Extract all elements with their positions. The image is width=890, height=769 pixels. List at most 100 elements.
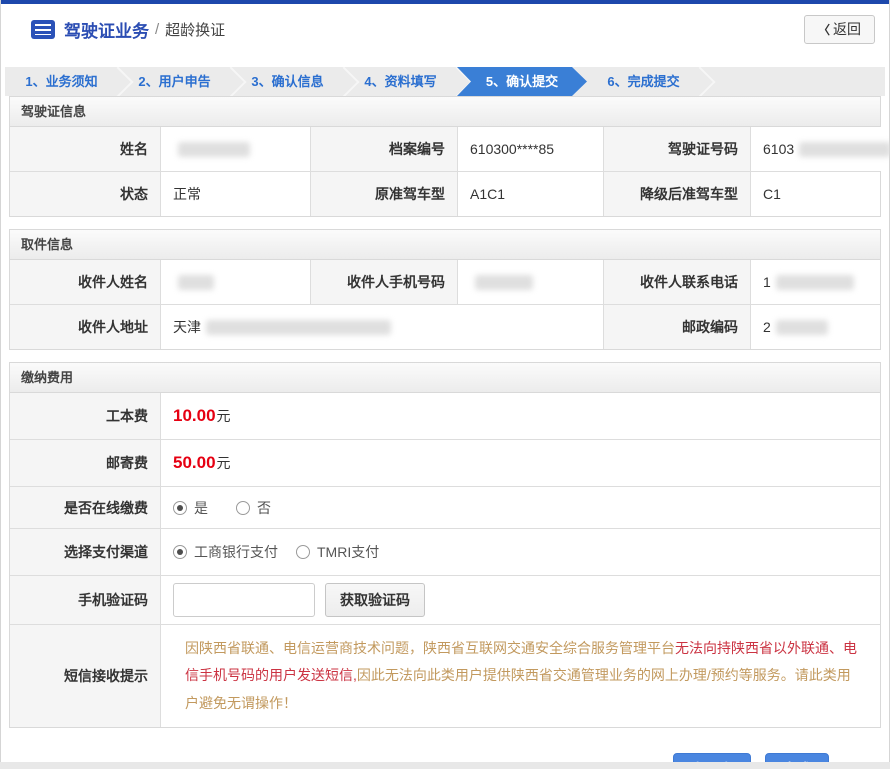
recipient-mobile-label: 收件人手机号码 [310, 260, 457, 304]
online-pay-yes-label: 是 [194, 499, 208, 516]
downgraded-class-value: C1 [750, 172, 880, 216]
postcode-prefix: 2 [763, 319, 771, 335]
recipient-name-value [160, 260, 310, 304]
work-fee-label: 工本费 [10, 393, 160, 439]
pickup-row-2: 收件人地址 天津 邮政编码 2 [10, 304, 880, 349]
section-pickup-title: 取件信息 [10, 230, 880, 260]
original-class-label: 原准驾车型 [310, 172, 457, 216]
redacted-name [178, 141, 250, 157]
original-class-value: A1C1 [457, 172, 603, 216]
section-fees-title: 缴纳费用 [10, 363, 880, 393]
recipient-mobile-value [457, 260, 603, 304]
post-fee-value: 50.00 元 [160, 440, 880, 486]
redacted-license-number [799, 141, 889, 157]
step-3-confirm-info: 3、确认信息 [231, 67, 344, 96]
sms-notice-seg1: 因陕西省联通、电信运营商技术问题，陕西省互联网交通安全综合服务管理平台 [185, 640, 675, 656]
license-row-1: 姓名 档案编号 610300****85 驾驶证号码 6103 [10, 127, 889, 171]
license-number-prefix: 6103 [763, 141, 795, 157]
post-fee-row: 邮寄费 50.00 元 [10, 439, 880, 486]
name-label: 姓名 [10, 127, 160, 171]
step-2-user-declaration: 2、用户申告 [118, 67, 231, 96]
redacted-address [206, 319, 391, 335]
channel-icbc-label: 工商银行支付 [194, 544, 278, 560]
back-button[interactable]: 〈 返回 [803, 14, 875, 44]
recipient-phone-prefix: 1 [763, 274, 771, 290]
finish-button[interactable]: 完成 [765, 752, 829, 762]
redacted-recipient-mobile [475, 274, 533, 290]
pay-channel-options: 工商银行支付 TMRI支付 [160, 529, 880, 575]
license-number-value: 6103 [750, 127, 889, 171]
step-1-business-notice: 1、业务须知 [5, 67, 118, 96]
redacted-recipient-phone [775, 274, 854, 290]
previous-step-button[interactable]: 上一步 [673, 752, 752, 762]
work-fee-row: 工本费 10.00 元 [10, 393, 880, 439]
captcha-label: 手机验证码 [10, 576, 160, 624]
address-prefix: 天津 [173, 319, 201, 335]
page-subtitle: 超龄换证 [165, 21, 226, 39]
back-chevron-icon: 〈 [817, 22, 830, 37]
step-wizard-filler [700, 67, 885, 96]
online-pay-no-option[interactable]: 否 [236, 498, 271, 518]
postcode-label: 邮政编码 [603, 305, 750, 349]
file-number-value: 610300****85 [457, 127, 603, 171]
work-fee-unit: 元 [216, 408, 231, 424]
sms-notice-row: 短信接收提示 因陕西省联通、电信运营商技术问题，陕西省互联网交通安全综合服务管理… [10, 624, 880, 727]
radio-checked-icon[interactable] [173, 545, 187, 559]
online-pay-label: 是否在线缴费 [10, 487, 160, 528]
address-value: 天津 [160, 305, 603, 349]
status-value: 正常 [160, 172, 310, 216]
status-label: 状态 [10, 172, 160, 216]
radio-unchecked-icon[interactable] [236, 500, 250, 515]
list-icon [31, 19, 55, 39]
recipient-name-label: 收件人姓名 [10, 260, 160, 304]
captcha-input[interactable] [173, 583, 315, 617]
pay-channel-label: 选择支付渠道 [10, 529, 160, 575]
channel-icbc-option[interactable]: 工商银行支付 [173, 542, 278, 562]
bottom-strip [0, 762, 890, 769]
post-fee-unit: 元 [216, 455, 231, 471]
online-pay-yes-option[interactable]: 是 [173, 498, 208, 518]
section-fees: 缴纳费用 工本费 10.00 元 邮寄费 50.00 元 是否在线缴费 是 否 … [9, 362, 881, 728]
sms-notice-text: 因陕西省联通、电信运营商技术问题，陕西省互联网交通安全综合服务管理平台无法向持陕… [173, 625, 880, 727]
online-pay-row: 是否在线缴费 是 否 [10, 486, 880, 528]
name-value [160, 127, 310, 171]
online-pay-no-label: 否 [257, 499, 271, 516]
page-container: 驾驶证业务 / 超龄换证 〈 返回 1、业务须知 2、用户申告 3、确认信息 4… [0, 0, 890, 762]
file-number-label: 档案编号 [310, 127, 457, 171]
post-fee-label: 邮寄费 [10, 440, 160, 486]
redacted-recipient-name [178, 274, 214, 290]
downgraded-class-label: 降级后准驾车型 [603, 172, 750, 216]
captcha-controls: 获取验证码 [160, 576, 880, 624]
work-fee-amount: 10.00 [173, 406, 216, 425]
breadcrumb-separator: / [155, 20, 160, 38]
radio-checked-icon[interactable] [173, 500, 187, 515]
work-fee-value: 10.00 元 [160, 393, 880, 439]
step-5-confirm-submit-active: 5、确认提交 [457, 67, 587, 96]
back-button-label: 返回 [833, 21, 861, 37]
postcode-value: 2 [750, 305, 880, 349]
redacted-postcode [775, 319, 828, 335]
step-6-complete-submit: 6、完成提交 [587, 67, 700, 96]
recipient-phone-label: 收件人联系电话 [603, 260, 750, 304]
get-captcha-button[interactable]: 获取验证码 [325, 583, 425, 617]
pickup-row-1: 收件人姓名 收件人手机号码 收件人联系电话 1 [10, 260, 880, 304]
post-fee-amount: 50.00 [173, 453, 216, 472]
license-number-label: 驾驶证号码 [603, 127, 750, 171]
page-header: 驾驶证业务 / 超龄换证 〈 返回 [1, 4, 889, 54]
channel-tmri-option[interactable]: TMRI支付 [296, 542, 379, 562]
section-license-title: 驾驶证信息 [10, 97, 880, 127]
address-label: 收件人地址 [10, 305, 160, 349]
footer-actions: 上一步 完成 [1, 740, 889, 762]
sms-notice-value: 因陕西省联通、电信运营商技术问题，陕西省互联网交通安全综合服务管理平台无法向持陕… [160, 625, 880, 727]
captcha-row: 手机验证码 获取验证码 [10, 575, 880, 624]
step-4-fill-materials: 4、资料填写 [344, 67, 457, 96]
license-row-2: 状态 正常 原准驾车型 A1C1 降级后准驾车型 C1 [10, 171, 880, 216]
pay-channel-row: 选择支付渠道 工商银行支付 TMRI支付 [10, 528, 880, 575]
section-license-info: 驾驶证信息 姓名 档案编号 610300****85 驾驶证号码 6103 状态… [9, 96, 889, 217]
page-title: 驾驶证业务 [64, 21, 149, 41]
section-pickup-info: 取件信息 收件人姓名 收件人手机号码 收件人联系电话 1 收件人地址 天津 邮政… [9, 229, 881, 350]
online-pay-options: 是 否 [160, 487, 880, 528]
step-wizard: 1、业务须知 2、用户申告 3、确认信息 4、资料填写 5、确认提交 6、完成提… [5, 67, 885, 96]
recipient-phone-value: 1 [750, 260, 880, 304]
radio-unchecked-icon[interactable] [296, 545, 310, 559]
